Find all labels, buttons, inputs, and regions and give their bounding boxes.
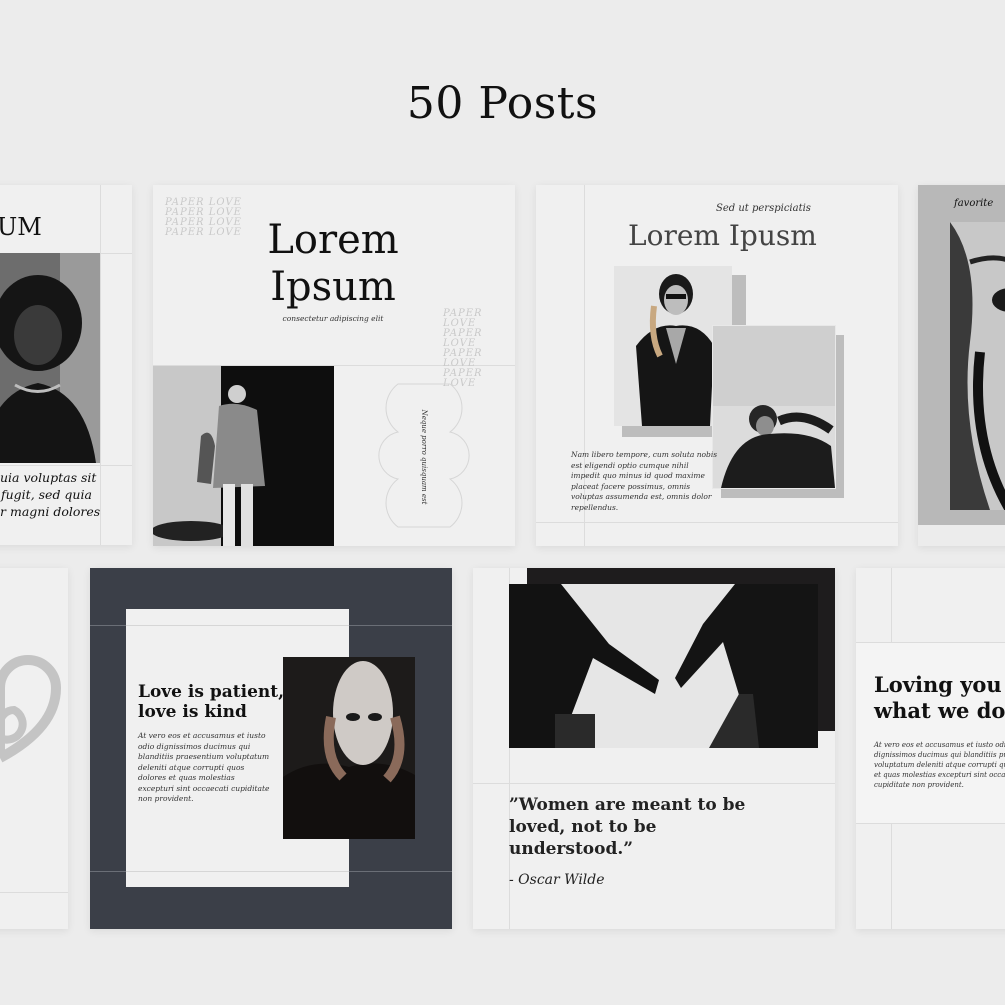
- post-card-6[interactable]: Love is patient, love is kind At vero eo…: [90, 568, 452, 929]
- divider: [126, 871, 349, 872]
- post-card-7[interactable]: ”Women are meant to be loved, not to be …: [473, 568, 835, 929]
- divider: [0, 892, 68, 893]
- paper-love-watermark: PAPER LOVE PAPER LOVE PAPER LOVE PAPER L…: [443, 308, 483, 389]
- post-card-2[interactable]: PAPER LOVE PAPER LOVE PAPER LOVE PAPER L…: [153, 185, 515, 546]
- script-heading: Sed ut perspiciatis: [716, 203, 811, 214]
- divider: [126, 625, 349, 626]
- woman-lying-photo: [712, 325, 836, 489]
- face-closeup-photo: [950, 222, 1005, 510]
- card-title: Lorem Ipusm: [628, 219, 817, 252]
- card-title: Lorem Ipsum: [267, 217, 399, 310]
- paper-love-watermark: PAPER LOVE PAPER LOVE PAPER LOVE PAPER L…: [165, 197, 242, 238]
- card-subtitle: consectetur adipiscing elit: [282, 314, 384, 323]
- post-card-8[interactable]: Loving you what we do At vero eos et acc…: [856, 568, 1005, 929]
- body-text: At vero eos et accusamus et iusto odio d…: [138, 731, 270, 803]
- page-title: 50 Posts: [406, 78, 599, 129]
- body-text: Nam libero tempore, cum soluta nobis est…: [571, 450, 718, 512]
- text-panel: [856, 642, 1005, 824]
- portrait-photo: [0, 253, 100, 463]
- quote-text: ”Women are meant to be loved, not to be …: [509, 795, 746, 859]
- quote-author: - Oscar Wilde: [509, 872, 605, 888]
- post-card-4[interactable]: favorite: [918, 185, 1005, 546]
- divider: [0, 465, 132, 466]
- divider: [536, 522, 898, 523]
- script-heading: favorite: [954, 198, 994, 209]
- mask-photo: [283, 657, 415, 839]
- card-strip: [918, 525, 1005, 546]
- post-card-1[interactable]: UM quia voluptas sit t fugit, sed quia u…: [0, 185, 132, 545]
- card-heading: Love is patient, love is kind: [138, 682, 285, 722]
- vertical-caption: Neque porro quisquam est: [420, 409, 428, 505]
- post-card-3[interactable]: Sed ut perspiciatis Lorem Ipusm Nam libe…: [536, 185, 898, 546]
- holding-hands-photo: [509, 584, 818, 748]
- street-photo: [153, 366, 334, 546]
- card-heading: UM: [0, 213, 42, 241]
- concentric-arch-graphic: [0, 655, 62, 763]
- divider: [473, 783, 835, 784]
- card-heading: Loving you what we do: [874, 672, 1005, 723]
- body-text: At vero eos et accusamus et iusto odio d…: [874, 741, 1005, 789]
- caption-text: quia voluptas sit t fugit, sed quia ur m…: [0, 470, 101, 519]
- post-card-5[interactable]: [0, 568, 68, 929]
